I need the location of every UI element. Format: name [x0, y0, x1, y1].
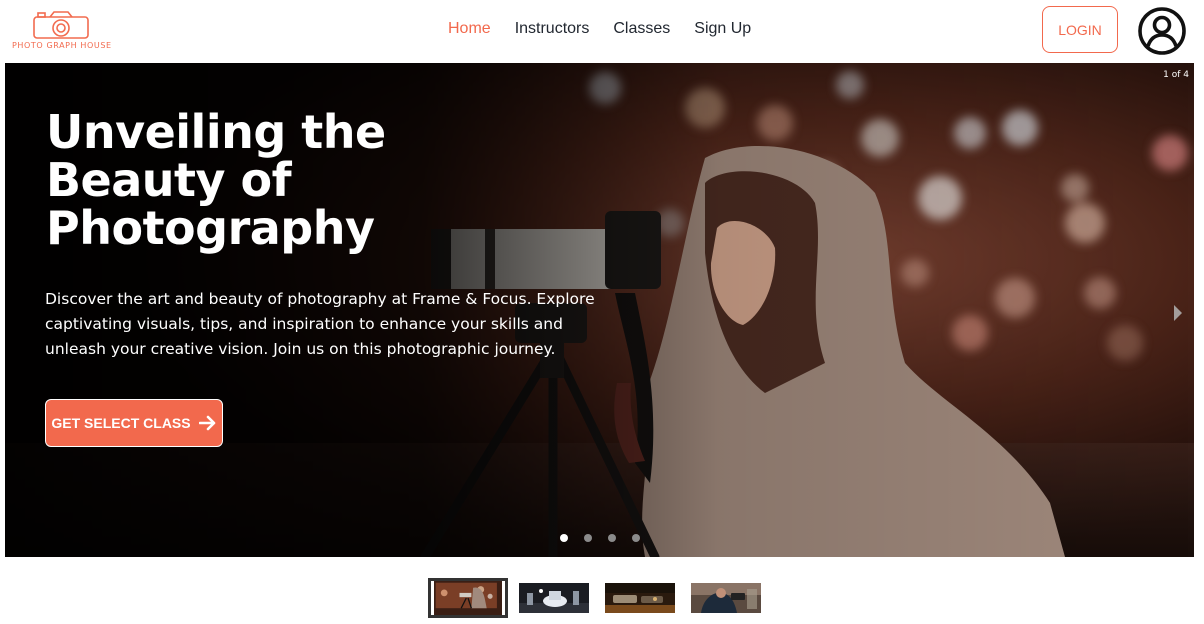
- nav-links: Home Instructors Classes Sign Up: [448, 20, 751, 38]
- nav-home[interactable]: Home: [448, 20, 491, 38]
- user-circle-icon: [1138, 7, 1186, 55]
- nav-instructors[interactable]: Instructors: [515, 20, 590, 38]
- slide-counter: 1 of 4: [1163, 70, 1189, 80]
- carousel-dot-1[interactable]: [560, 534, 568, 542]
- login-button[interactable]: LOGIN: [1042, 6, 1118, 53]
- nav-classes[interactable]: Classes: [613, 20, 670, 38]
- carousel-dots: [560, 534, 640, 542]
- thumbnail-4[interactable]: [691, 583, 761, 613]
- logo-text: PHOTO GRAPH HOUSE: [12, 41, 112, 50]
- carousel-dot-2[interactable]: [584, 534, 592, 542]
- camera-logo-icon: [33, 11, 89, 39]
- nav-sign-up[interactable]: Sign Up: [694, 20, 751, 38]
- thumbnail-1[interactable]: [428, 578, 508, 618]
- logo[interactable]: PHOTO GRAPH HOUSE: [12, 10, 116, 54]
- navbar: PHOTO GRAPH HOUSE Home Instructors Class…: [0, 0, 1204, 62]
- hero-title: Unveiling the Beauty of Photography: [46, 105, 386, 255]
- thumbnail-strip: [428, 578, 761, 618]
- thumbnail-3[interactable]: [605, 583, 675, 613]
- cta-label: GET SELECT CLASS: [51, 415, 191, 431]
- next-slide-button[interactable]: [1172, 304, 1184, 327]
- carousel-dot-3[interactable]: [608, 534, 616, 542]
- thumbnail-2[interactable]: [519, 583, 589, 613]
- hero-description: Discover the art and beauty of photograp…: [45, 290, 595, 358]
- hero-carousel: 1 of 4 Unveiling the Beauty of Photograp…: [5, 63, 1194, 557]
- user-avatar[interactable]: [1137, 6, 1187, 56]
- arrow-right-icon: [198, 415, 215, 431]
- carousel-dot-4[interactable]: [632, 534, 640, 542]
- chevron-right-icon: [1174, 305, 1182, 321]
- get-select-class-button[interactable]: GET SELECT CLASS: [45, 399, 223, 447]
